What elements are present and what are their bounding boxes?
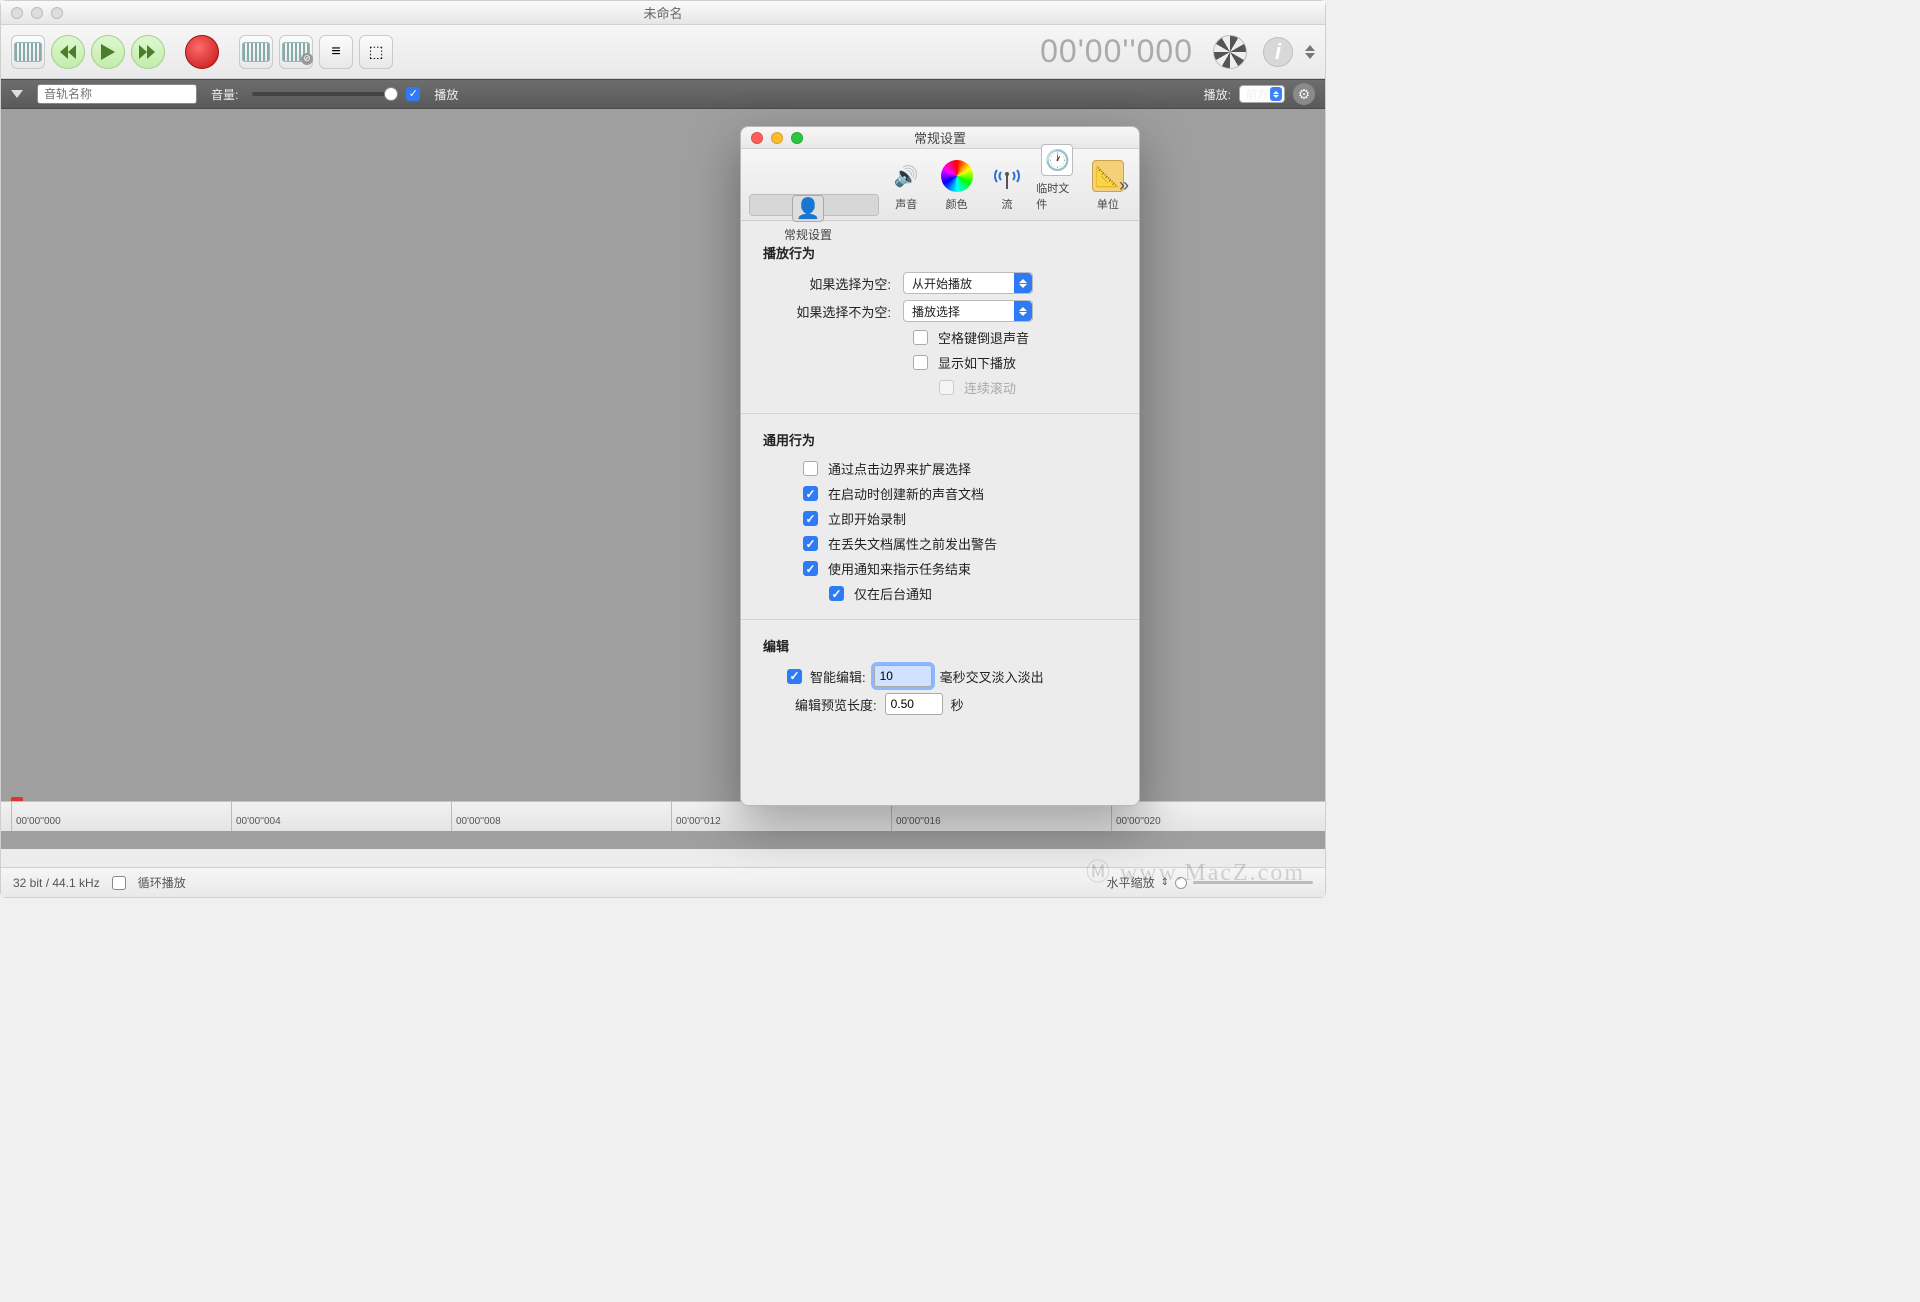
window-title: 未命名 [643,3,682,22]
notify-bg-checkbox[interactable] [829,586,844,601]
prefs-zoom-icon[interactable] [791,132,803,144]
section-playback-title: 播放行为 [763,243,1117,262]
color-wheel-icon [941,160,973,192]
watermark: Ⓜ www.MacZ.com [1086,852,1305,887]
preview-length-unit: 秒 [951,695,964,714]
start-rec-label: 立即开始录制 [828,509,906,528]
notify-label: 使用通知来指示任务结束 [828,559,971,578]
wave-tool-2-icon[interactable]: ⊘ [279,35,313,69]
markers-icon[interactable]: ⬚ [359,35,393,69]
warn-lost-label: 在丢失文档属性之前发出警告 [828,534,997,553]
empty-selection-select[interactable]: 从开始播放 [903,272,1033,294]
ruler-mark: 00'00''020 [1111,802,1161,831]
tab-tempfiles[interactable]: 🕐 临时文件 [1034,140,1080,216]
track-name-input[interactable] [37,84,197,104]
loop-label: 循环播放 [138,874,186,891]
volume-slider[interactable] [252,92,392,96]
preferences-dialog: 常规设置 👤 常规设置 🔊 声音 颜色 流 🕐 临时文件 📐 单位 » [740,126,1140,806]
clock-file-icon: 🕐 [1041,144,1073,176]
playmode-select[interactable]: 前方 [1239,85,1285,103]
preview-length-label: 编辑预览长度: [795,695,877,714]
tab-stream[interactable]: 流 [984,156,1030,216]
section-edit-title: 编辑 [763,636,1117,655]
record-button[interactable] [185,35,219,69]
nonempty-selection-label: 如果选择不为空: [763,302,903,321]
burn-icon[interactable] [1213,35,1247,69]
prefs-toolbar: 👤 常规设置 🔊 声音 颜色 流 🕐 临时文件 📐 单位 » [741,149,1139,221]
effects-icon[interactable]: ≡ [319,35,353,69]
smart-edit-unit: 毫秒交叉淡入淡出 [940,667,1044,686]
prefs-title: 常规设置 [914,128,966,147]
expand-icon[interactable] [1305,45,1315,59]
tab-color[interactable]: 颜色 [933,156,979,216]
track-header: 音量: 播放 播放: 前方 ⚙ [1,79,1325,109]
space-rewind-label: 空格键倒退声音 [938,328,1029,347]
empty-selection-label: 如果选择为空: [763,274,903,293]
traffic-lights [11,7,63,19]
prefs-body: 播放行为 如果选择为空: 从开始播放 如果选择不为空: 播放选择 空格键倒退声音… [741,221,1139,739]
warn-lost-checkbox[interactable] [803,536,818,551]
divider [741,413,1139,414]
ruler-mark: 00'00''008 [451,802,501,831]
start-rec-checkbox[interactable] [803,511,818,526]
ruler-mark: 00'00''016 [891,802,941,831]
antenna-icon [991,160,1023,192]
disclosure-icon[interactable] [11,90,23,98]
waveform-tool-icon[interactable] [11,35,45,69]
titlebar: 未命名 [1,1,1325,25]
smart-edit-label: 智能编辑: [810,667,866,686]
volume-label: 音量: [211,86,238,103]
ruler-mark: 00'00''012 [671,802,721,831]
extend-sel-label: 通过点击边界来扩展选择 [828,459,971,478]
play-button[interactable] [91,35,125,69]
playmode-label: 播放: [1204,86,1231,103]
show-play-label: 显示如下播放 [938,353,1016,372]
minimize-icon[interactable] [31,7,43,19]
tab-general[interactable]: 👤 常规设置 [749,194,879,216]
new-doc-label: 在启动时创建新的声音文档 [828,484,984,503]
main-toolbar: ⊘ ≡ ⬚ 00'00''000 i [1,25,1325,79]
prefs-minimize-icon[interactable] [771,132,783,144]
extend-sel-checkbox[interactable] [803,461,818,476]
wave-tool-1-icon[interactable] [239,35,273,69]
playmode-value: 前方 [1246,86,1268,102]
loop-checkbox[interactable] [112,876,126,890]
rewind-button[interactable] [51,35,85,69]
gear-icon[interactable]: ⚙ [1293,83,1315,105]
general-icon: 👤 [792,195,824,222]
nonempty-selection-select[interactable]: 播放选择 [903,300,1033,322]
close-icon[interactable] [11,7,23,19]
tab-sound[interactable]: 🔊 声音 [883,156,929,216]
audio-format-label: 32 bit / 44.1 kHz [13,876,100,890]
space-rewind-checkbox[interactable] [913,330,928,345]
overflow-icon[interactable]: » [1119,175,1129,196]
cont-scroll-checkbox [939,380,954,395]
ruler-mark: 00'00''000 [11,802,61,831]
play-checkbox-label: 播放 [434,86,458,103]
info-icon[interactable]: i [1263,37,1293,67]
play-checkbox[interactable] [406,87,420,101]
zoom-icon[interactable] [51,7,63,19]
show-play-checkbox[interactable] [913,355,928,370]
cont-scroll-label: 连续滚动 [964,378,1016,397]
speaker-icon: 🔊 [890,160,922,192]
notify-bg-label: 仅在后台通知 [854,584,932,603]
ruler-mark: 00'00''004 [231,802,281,831]
notify-checkbox[interactable] [803,561,818,576]
smart-edit-checkbox[interactable] [787,669,802,684]
prefs-close-icon[interactable] [751,132,763,144]
new-doc-checkbox[interactable] [803,486,818,501]
preview-length-input[interactable] [885,693,943,715]
divider [741,619,1139,620]
section-general-title: 通用行为 [763,430,1117,449]
smart-edit-input[interactable] [874,665,932,687]
forward-button[interactable] [131,35,165,69]
timecode-display: 00'00''000 [1040,33,1193,70]
